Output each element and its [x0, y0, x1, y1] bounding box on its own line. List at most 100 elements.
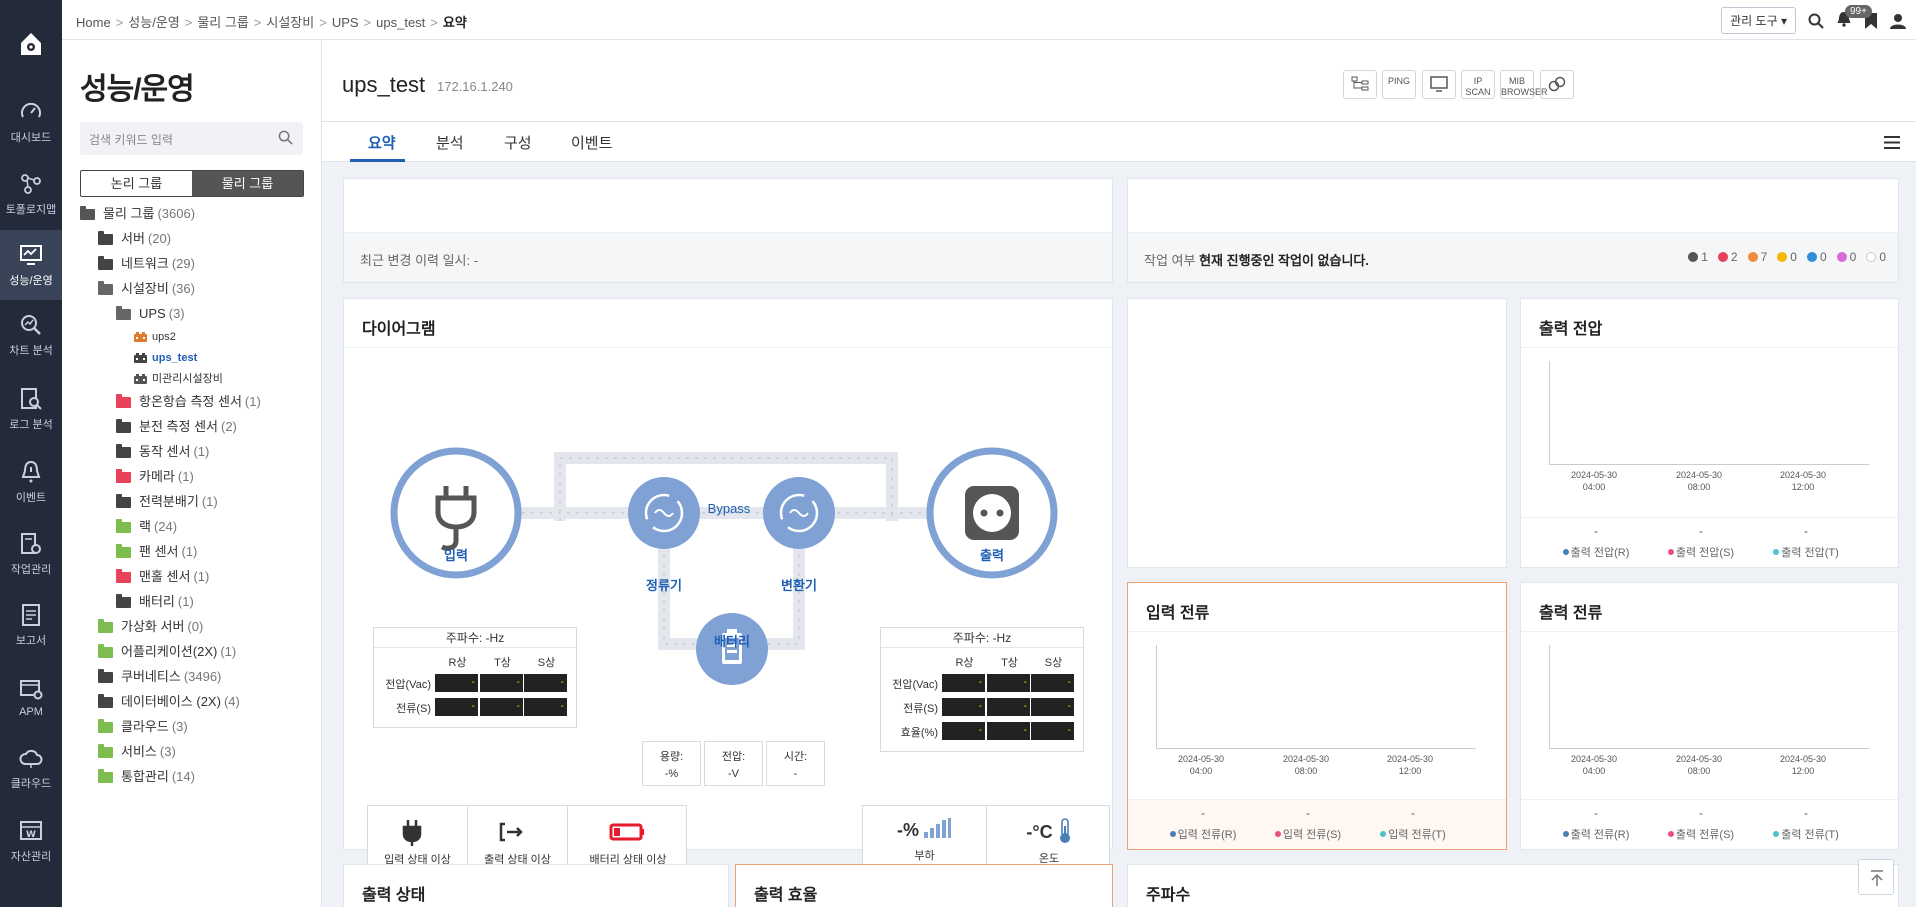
- tree-node[interactable]: 클라우드 (3): [98, 716, 188, 738]
- measure-row-label: 전류(S): [903, 703, 938, 715]
- severity-count: 0: [1806, 250, 1827, 264]
- logical-group-tab[interactable]: 논리 그룹: [81, 171, 192, 196]
- tree-node[interactable]: 랙 (24): [116, 516, 177, 538]
- folder-icon: [98, 718, 113, 733]
- tree-node[interactable]: 항온항습 측정 센서 (1): [116, 391, 261, 413]
- tree-node[interactable]: 물리 그룹 (3606): [80, 203, 195, 225]
- admin-tools-dropdown[interactable]: 관리 도구 ▾: [1721, 7, 1796, 34]
- tree-node[interactable]: 동작 센서 (1): [116, 441, 209, 463]
- nav-asset[interactable]: W 자산관리: [0, 806, 62, 876]
- menu-icon[interactable]: [1884, 136, 1900, 149]
- time-tick: 2024-05-30 04:00: [1171, 753, 1231, 777]
- measure-value: -: [942, 722, 985, 740]
- ping-button[interactable]: PING: [1382, 70, 1416, 99]
- search-icon[interactable]: [1808, 13, 1824, 29]
- app-logo[interactable]: [0, 0, 62, 90]
- legend-dot: [1169, 831, 1176, 837]
- tree-node-count: (3): [171, 719, 188, 734]
- tree-node[interactable]: 미관리시설장비: [134, 368, 223, 390]
- topology-small-button[interactable]: [1343, 70, 1377, 99]
- legend-item[interactable]: 입력 전류(R): [1143, 826, 1263, 842]
- phase-header: S상: [537, 657, 556, 669]
- tree-node[interactable]: 가상화 서버 (0): [98, 616, 203, 638]
- legend-dot: [1274, 831, 1281, 837]
- tree-node[interactable]: 쿠버네티스 (3496): [98, 666, 221, 688]
- tree-node-label: 카메라: [139, 469, 175, 484]
- time-tick-date: 2024-05-30: [1570, 754, 1618, 764]
- tree-node[interactable]: 데이터베이스 (2X) (4): [98, 691, 240, 713]
- tree-node-count: (1): [220, 644, 237, 659]
- nav-gauge[interactable]: 대시보드: [0, 87, 62, 157]
- breadcrumb-item[interactable]: ups_test: [376, 15, 425, 30]
- monitor-small-button[interactable]: [1422, 70, 1456, 99]
- search-input[interactable]: 검색 키워드 입력: [80, 122, 303, 155]
- ipscan-button[interactable]: IP SCAN: [1461, 70, 1495, 99]
- tree-node[interactable]: 시설장비 (36): [98, 278, 195, 300]
- legend-item[interactable]: 출력 전압(T): [1746, 544, 1866, 560]
- battery-stat-label: 용량:: [659, 751, 684, 763]
- out-current-title: 출력 전류: [1539, 605, 1603, 622]
- monitor-small-icon: [1430, 76, 1448, 92]
- tree-node[interactable]: ups_test: [134, 347, 197, 369]
- nav-bell-alert[interactable]: 이벤트: [0, 447, 62, 517]
- tab-summary[interactable]: 요약: [368, 132, 396, 153]
- legend-item[interactable]: 출력 전류(T): [1746, 826, 1866, 842]
- nav-monitor[interactable]: 성능/운영: [0, 230, 62, 300]
- breadcrumb-item: 요약: [442, 15, 467, 30]
- tree-node[interactable]: UPS (3): [116, 303, 185, 325]
- legend-item[interactable]: 입력 전류(T): [1353, 826, 1473, 842]
- tree-node[interactable]: 맨홀 센서 (1): [116, 566, 209, 588]
- nav-report[interactable]: 보고서: [0, 590, 62, 660]
- tab-config[interactable]: 구성: [504, 132, 532, 153]
- tree-node[interactable]: 서버 (20): [98, 228, 171, 250]
- tree-node[interactable]: ups2: [134, 326, 176, 348]
- load-label: 부하: [914, 850, 935, 862]
- nav-chart-search[interactable]: 차트 분석: [0, 300, 62, 370]
- load-cell: -% 부하: [863, 806, 987, 868]
- legend-item[interactable]: 출력 전압(S): [1641, 544, 1761, 560]
- top-bar: Home > 성능/운영 > 물리 그룹 > 시설장비 > UPS > ups_test > 요약 관리…: [62, 0, 1916, 40]
- scroll-top-button[interactable]: [1858, 859, 1894, 895]
- link-button[interactable]: [1540, 70, 1574, 99]
- breadcrumb-item[interactable]: 물리 그룹: [197, 15, 248, 30]
- tree-node[interactable]: 카메라 (1): [116, 466, 194, 488]
- time-tick-date: 2024-05-30: [1675, 470, 1723, 480]
- nav-task[interactable]: 작업관리: [0, 519, 62, 589]
- nav-apm[interactable]: APM: [0, 662, 62, 732]
- tree-node-count: (1): [177, 594, 194, 609]
- legend-item[interactable]: 출력 전류(R): [1536, 826, 1656, 842]
- notification-button[interactable]: 99+: [1836, 5, 1872, 30]
- physical-group-tab[interactable]: 물리 그룹: [192, 171, 303, 196]
- time-tick-hour: 04:00: [1582, 482, 1606, 492]
- tree-node[interactable]: 분전 측정 센서 (2): [116, 416, 237, 438]
- breadcrumb-item[interactable]: 시설장비: [266, 15, 314, 30]
- legend-item[interactable]: 출력 전압(R): [1536, 544, 1656, 560]
- breadcrumb-item[interactable]: UPS: [332, 15, 359, 30]
- frequency-readout: 주파수: -Hz: [374, 628, 576, 648]
- tree-node[interactable]: 전력분배기 (1): [116, 491, 218, 513]
- user-icon[interactable]: [1890, 13, 1906, 29]
- tab-events[interactable]: 이벤트: [571, 132, 612, 153]
- tree-node[interactable]: 통합관리 (14): [98, 766, 195, 788]
- tab-analysis[interactable]: 분석: [436, 132, 464, 153]
- folder-icon: [98, 668, 113, 683]
- breadcrumb-item[interactable]: 성능/운영: [128, 15, 179, 30]
- mib-button[interactable]: MIB BROWSER: [1500, 70, 1548, 99]
- tree-node[interactable]: 서비스 (3): [98, 741, 176, 763]
- measure-value: -: [1031, 674, 1074, 692]
- search-icon[interactable]: [278, 130, 293, 145]
- nav-topology[interactable]: 토폴로지맵: [0, 159, 62, 229]
- legend-item[interactable]: 입력 전류(S): [1248, 826, 1368, 842]
- legend-item[interactable]: 출력 전류(S): [1641, 826, 1761, 842]
- breadcrumb-item[interactable]: Home: [76, 15, 111, 30]
- temp-cell: -°C 온도: [987, 806, 1111, 868]
- tree-node[interactable]: 네트워크 (29): [98, 253, 195, 275]
- time-tick-date: 2024-05-30: [1779, 470, 1827, 480]
- nav-cloud[interactable]: 클라우드: [0, 733, 62, 803]
- tree-node[interactable]: 팬 센서 (1): [116, 541, 197, 563]
- tree-node[interactable]: 어플리케이션(2X) (1): [98, 641, 236, 663]
- tree-node[interactable]: 배터리 (1): [116, 591, 194, 613]
- frequency-readout: 주파수: -Hz: [881, 628, 1083, 648]
- time-tick: 2024-05-30 08:00: [1276, 753, 1336, 777]
- nav-log-search[interactable]: 로그 분석: [0, 374, 62, 444]
